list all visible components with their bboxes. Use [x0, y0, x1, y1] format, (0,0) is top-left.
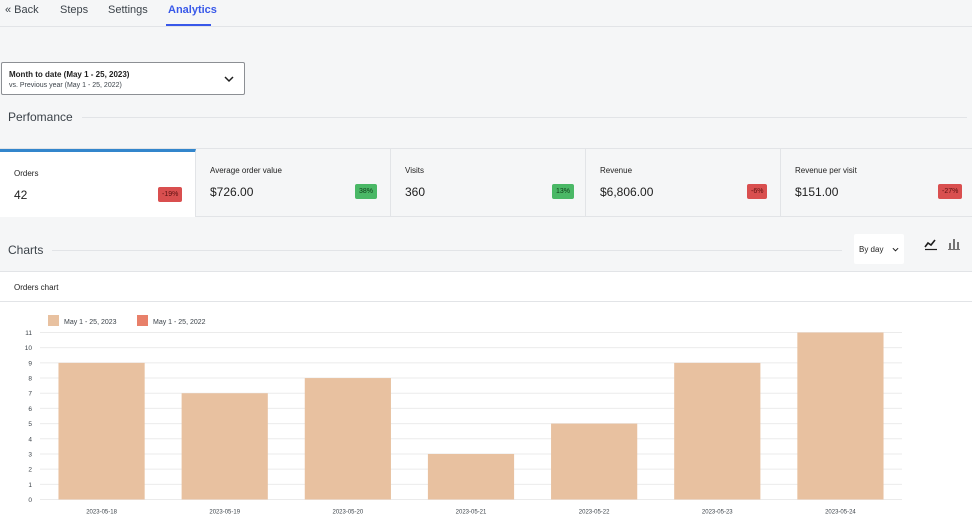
legend-swatch — [137, 315, 148, 326]
kpi-value: $726.00 — [210, 185, 254, 199]
kpi-orders[interactable]: Orders 42 -19% — [0, 149, 196, 217]
kpi-delta-badge: 13% — [552, 184, 575, 199]
kpi-label: Revenue per visit — [795, 166, 857, 175]
kpi-label: Orders — [14, 169, 39, 178]
date-range-primary: Month to date (May 1 - 25, 2023) — [9, 70, 130, 79]
chevron-down-icon — [224, 76, 234, 83]
kpi-label: Visits — [405, 166, 424, 175]
chart-header: Orders chart — [0, 272, 972, 302]
kpi-delta-badge: -27% — [938, 184, 963, 199]
kpi-value: $6,806.00 — [600, 185, 654, 199]
charts-title: Charts — [8, 243, 44, 257]
interval-dropdown[interactable]: By day — [854, 234, 904, 264]
y-tick-label: 11 — [25, 330, 32, 337]
legend-swatch — [48, 315, 59, 326]
y-tick-label: 8 — [28, 376, 32, 383]
kpi-value: 360 — [405, 185, 426, 199]
bar — [551, 423, 638, 500]
x-tick-label: 2023-05-20 — [333, 510, 364, 516]
y-tick-label: 9 — [28, 360, 32, 367]
x-tick-label: 2023-05-24 — [825, 510, 856, 516]
charts-divider — [52, 250, 842, 251]
chevron-down-icon — [892, 247, 899, 252]
orders-chart-card: Orders chart May 1 - 25, 2023 May 1 - 25,… — [0, 271, 972, 527]
y-tick-label: 2 — [28, 467, 32, 474]
top-navigation: « Back Steps Settings Analytics — [0, 0, 972, 27]
tab-steps[interactable]: Steps — [60, 4, 88, 16]
bar — [427, 453, 515, 500]
chart-title: Orders chart — [14, 283, 59, 292]
y-tick-label: 7 — [28, 391, 32, 398]
tab-settings[interactable]: Settings — [108, 4, 148, 16]
x-tick-label: 2023-05-19 — [209, 510, 240, 516]
kpi-delta-badge: -19% — [158, 187, 183, 202]
legend-label: May 1 - 25, 2022 — [153, 319, 206, 326]
y-tick-label: 3 — [28, 451, 32, 458]
date-range-compare: vs. Previous year (May 1 - 25, 2022) — [9, 82, 122, 89]
kpi-average-order-value[interactable]: Average order value $726.00 38% — [196, 149, 391, 217]
back-link[interactable]: « Back — [5, 4, 39, 16]
y-tick-label: 5 — [28, 421, 32, 428]
tab-analytics[interactable]: Analytics — [168, 4, 217, 16]
kpi-label: Revenue — [600, 166, 633, 175]
y-tick-label: 10 — [25, 345, 33, 352]
interval-label: By day — [859, 245, 884, 254]
y-tick-label: 4 — [28, 436, 32, 443]
y-tick-label: 1 — [28, 482, 32, 489]
bar-chart-icon[interactable] — [946, 236, 962, 252]
active-tab-indicator — [166, 24, 211, 26]
kpi-revenue[interactable]: Revenue $6,806.00 -6% — [586, 149, 781, 217]
kpi-value: $151.00 — [795, 185, 839, 199]
y-tick-label: 0 — [28, 497, 32, 504]
x-tick-label: 2023-05-22 — [579, 510, 610, 516]
date-range-dropdown[interactable]: Month to date (May 1 - 25, 2023) vs. Pre… — [1, 62, 245, 95]
bar — [674, 362, 761, 500]
line-chart-icon[interactable] — [923, 236, 939, 252]
kpi-row: Orders 42 -19% Average order value $726.… — [0, 148, 972, 217]
kpi-delta-badge: 38% — [355, 184, 378, 199]
bar — [797, 332, 884, 500]
bar — [181, 393, 268, 500]
kpi-delta-badge: -6% — [747, 184, 768, 199]
performance-title: Perfomance — [8, 110, 73, 124]
y-tick-label: 6 — [28, 406, 32, 413]
bar — [304, 378, 391, 500]
kpi-label: Average order value — [210, 166, 282, 175]
kpi-value: 42 — [14, 188, 28, 202]
x-tick-label: 2023-05-18 — [86, 510, 117, 516]
x-tick-label: 2023-05-21 — [456, 510, 487, 516]
performance-divider — [82, 117, 967, 118]
legend-label: May 1 - 25, 2023 — [64, 319, 117, 326]
x-tick-label: 2023-05-23 — [702, 510, 733, 516]
bar — [58, 362, 145, 500]
orders-bar-chart: May 1 - 25, 2023 May 1 - 25, 2022 0 1 2 3 4 5 6 7… — [25, 315, 902, 516]
kpi-revenue-per-visit[interactable]: Revenue per visit $151.00 -27% — [781, 149, 972, 217]
kpi-visits[interactable]: Visits 360 13% — [391, 149, 586, 217]
